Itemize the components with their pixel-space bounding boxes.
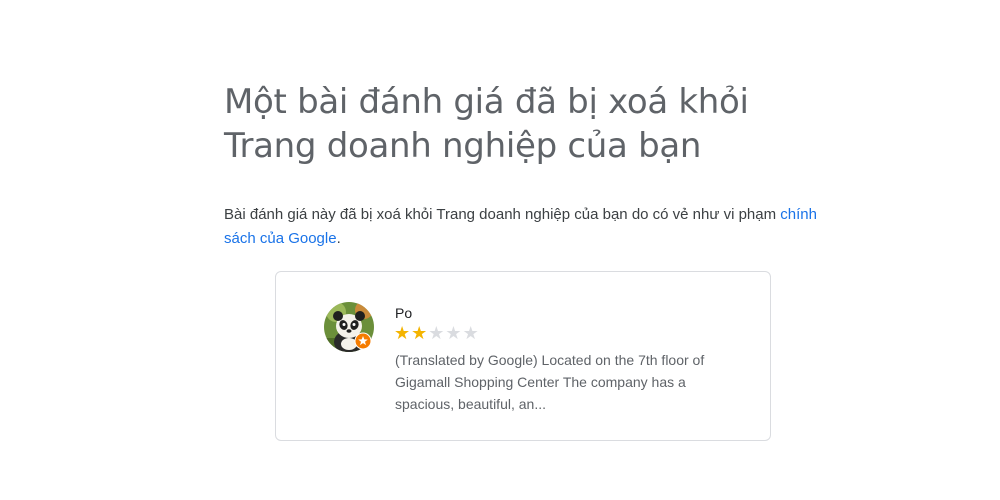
page-title: Một bài đánh giá đã bị xoá khỏi Trang do… xyxy=(224,82,749,166)
description-text: Bài đánh giá này đã bị xoá khỏi Trang do… xyxy=(224,206,781,223)
star-rating: ★ ★ ★ ★ ★ xyxy=(394,324,479,344)
review-card: Po ★ ★ ★ ★ ★ (Translated by Google) Located … xyxy=(275,271,771,441)
review-text: (Translated by Google) Located on the 7t… xyxy=(395,352,705,412)
reviewer-name: Po xyxy=(395,305,413,321)
star-empty-icon: ★ xyxy=(428,323,445,344)
star-filled-icon: ★ xyxy=(394,323,411,344)
description-suffix: . xyxy=(336,230,341,247)
star-empty-icon: ★ xyxy=(445,323,462,344)
star-filled-icon: ★ xyxy=(411,323,428,344)
removal-description: Bài đánh giá này đã bị xoá khỏi Trang do… xyxy=(224,203,824,251)
star-empty-icon: ★ xyxy=(462,323,479,344)
local-guide-badge-icon xyxy=(354,332,372,350)
